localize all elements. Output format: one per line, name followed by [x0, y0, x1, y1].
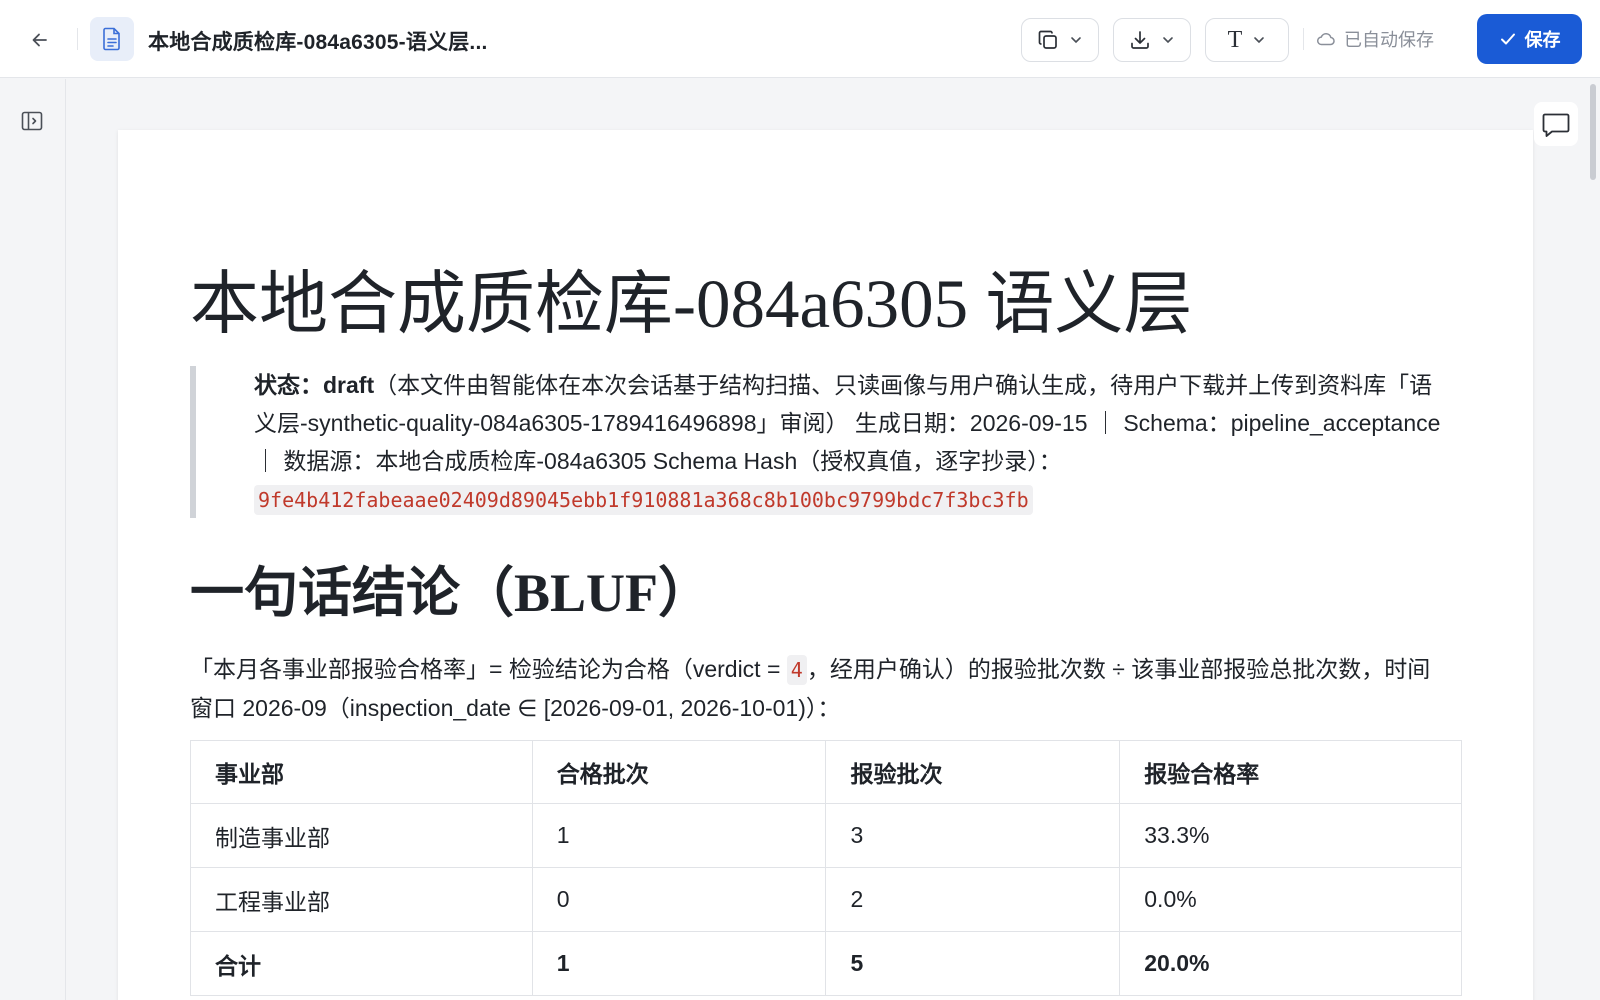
bluf-paragraph: 「本月各事业部报验合格率」= 检验结论为合格（verdict = 4 ，经用户确认… [190, 650, 1452, 727]
chevron-down-icon [1254, 37, 1265, 44]
table-header-row: 事业部 合格批次 报验批次 报验合格率 [190, 740, 1462, 804]
chevron-down-icon [1071, 37, 1081, 44]
toolbar-divider [1303, 28, 1304, 50]
back-button[interactable] [24, 24, 56, 56]
left-rail [0, 79, 66, 1000]
table-cell: 3 [825, 803, 1121, 868]
document-icon [90, 17, 134, 61]
pass-rate-table: 事业部 合格批次 报验批次 报验合格率 制造事业部 1 3 33.3% 工程事业… [190, 740, 1462, 996]
table-header-cell: 事业部 [190, 740, 533, 804]
cloud-icon [1316, 32, 1335, 46]
text-format-icon: T [1227, 27, 1243, 53]
table-cell: 工程事业部 [190, 867, 533, 932]
comment-icon [1542, 113, 1570, 137]
autosave-label: 已自动保存 [1344, 30, 1434, 50]
table-cell: 1 [531, 931, 827, 996]
table-header-cell: 报验批次 [825, 740, 1121, 804]
arrow-left-icon [32, 33, 47, 47]
sidebar-toggle-button[interactable] [18, 107, 46, 135]
table-header-cell: 报验合格率 [1119, 740, 1462, 804]
table-cell: 0.0% [1119, 867, 1462, 932]
copy-icon [1038, 30, 1057, 49]
table-cell: 5 [825, 931, 1121, 996]
comment-button[interactable] [1534, 102, 1578, 146]
table-total-row: 合计 1 5 20.0% [190, 931, 1462, 996]
font-style-button[interactable]: T [1205, 18, 1289, 62]
table-cell: 2 [825, 867, 1121, 932]
check-icon [1500, 33, 1515, 45]
table-cell: 1 [531, 803, 827, 868]
vertical-scrollbar[interactable] [1590, 84, 1596, 180]
table-row: 工程事业部 0 2 0.0% [190, 867, 1462, 932]
table-cell: 合计 [190, 931, 533, 996]
document-page: 本地合成质检库-084a6305 语义层 状态：draft（本文件由智能体在本次… [118, 130, 1533, 1000]
table-cell: 33.3% [1119, 803, 1462, 868]
bluf-text-before: 「本月各事业部报验合格率」= 检验结论为合格（verdict = [190, 656, 787, 682]
table-cell: 20.0% [1119, 931, 1462, 996]
chevron-down-icon [1163, 37, 1173, 44]
sidebar-toggle-icon [21, 111, 43, 131]
toolbar-divider [77, 28, 78, 50]
copy-button[interactable] [1021, 18, 1099, 62]
status-blockquote: 状态：draft（本文件由智能体在本次会话基于结构扫描、只读画像与用户确认生成，… [190, 366, 1452, 518]
document-heading: 本地合成质检库-084a6305 语义层 [190, 266, 1193, 342]
blockquote-text: 状态：draft（本文件由智能体在本次会话基于结构扫描、只读画像与用户确认生成，… [254, 366, 1452, 519]
status-value: draft [323, 372, 375, 398]
status-label: 状态： [254, 372, 323, 398]
save-button[interactable]: 保存 [1477, 14, 1582, 64]
download-button[interactable] [1113, 18, 1191, 62]
table-cell: 制造事业部 [190, 803, 533, 868]
verdict-code: 4 [786, 655, 807, 685]
document-title[interactable]: 本地合成质检库-084a6305-语义层... [148, 26, 488, 56]
table-header-cell: 合格批次 [531, 740, 827, 804]
table-cell: 0 [531, 867, 827, 932]
bluf-heading: 一句话结论（BLUF） [190, 563, 713, 623]
download-icon [1131, 31, 1149, 49]
save-label: 保存 [1524, 30, 1561, 50]
table-row: 制造事业部 1 3 33.3% [190, 803, 1462, 868]
schema-hash-code: 9fe4b412fabeaae02409d89045ebb1f910881a36… [254, 485, 1033, 515]
top-toolbar: 本地合成质检库-084a6305-语义层... T 已自动保存 保存 [0, 0, 1600, 78]
status-description: （本文件由智能体在本次会话基于结构扫描、只读画像与用户确认生成，待用户下载并上传… [254, 372, 1441, 474]
autosave-status: 已自动保存 [1316, 27, 1434, 51]
